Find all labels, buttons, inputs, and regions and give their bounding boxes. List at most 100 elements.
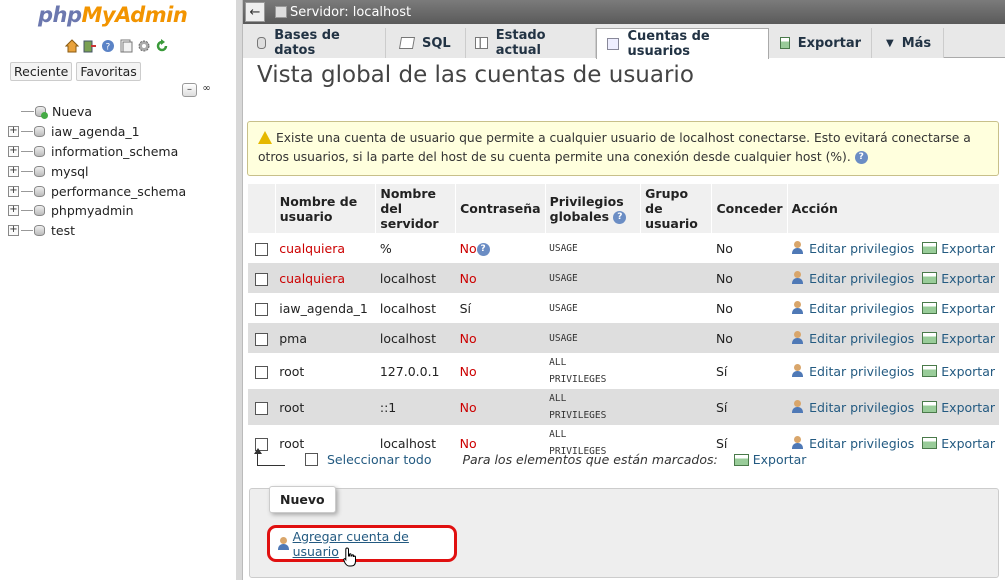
- svg-text:?: ?: [106, 43, 111, 53]
- expand-icon[interactable]: +: [8, 145, 19, 157]
- tree-item-database[interactable]: + mysql: [8, 161, 233, 181]
- tab-databases[interactable]: Bases de datos: [243, 28, 386, 58]
- export-user-link[interactable]: Exportar: [922, 436, 995, 451]
- privileges-cell-line2: PRIVILEGES: [549, 374, 607, 385]
- edit-privileges-link[interactable]: Editar privilegios: [791, 271, 914, 286]
- tree-item-database[interactable]: + phpmyadmin: [8, 201, 233, 221]
- expand-icon[interactable]: +: [8, 225, 19, 237]
- row-checkbox[interactable]: [254, 365, 268, 379]
- row-checkbox[interactable]: [254, 272, 268, 286]
- page-title: Vista global de las cuentas de usuario: [257, 62, 694, 88]
- column-header-user[interactable]: Nombre de usuario: [274, 184, 376, 233]
- database-icon: [257, 37, 267, 49]
- logout-icon[interactable]: [82, 38, 98, 54]
- column-header-password[interactable]: Contraseña: [455, 184, 546, 233]
- password-cell: Sí: [459, 300, 472, 316]
- expand-icon[interactable]: +: [8, 205, 19, 217]
- user-name-cell: cualquiera: [279, 240, 345, 256]
- select-all-link[interactable]: Seleccionar todo: [327, 452, 431, 467]
- tree-item-database[interactable]: + information_schema: [8, 142, 233, 162]
- edit-privileges-icon: [791, 301, 805, 315]
- database-icon: [34, 185, 45, 197]
- add-user-account-link[interactable]: Agregar cuenta de usuario: [277, 529, 454, 559]
- panel-resizer[interactable]: [236, 0, 243, 580]
- grant-cell: Sí: [715, 435, 728, 451]
- column-header-privileges[interactable]: Privilegios globales ?: [544, 184, 641, 233]
- expand-icon[interactable]: +: [8, 126, 19, 138]
- grant-cell: Sí: [715, 399, 728, 415]
- server-breadcrumb[interactable]: Servidor: localhost: [290, 5, 411, 20]
- row-checkbox[interactable]: [254, 401, 268, 415]
- edit-privileges-icon: [791, 400, 805, 414]
- column-header-grant[interactable]: Conceder: [711, 184, 788, 233]
- recent-tab[interactable]: Reciente: [10, 62, 73, 81]
- edit-privileges-link[interactable]: Editar privilegios: [791, 364, 914, 379]
- tab-status[interactable]: Estado actual: [466, 28, 596, 58]
- expand-icon[interactable]: +: [8, 165, 19, 177]
- export-user-link[interactable]: Exportar: [922, 364, 995, 379]
- help-icon[interactable]: ?: [476, 242, 490, 256]
- expand-icon[interactable]: +: [8, 185, 19, 197]
- collapse-nav-button[interactable]: ←: [245, 2, 265, 22]
- help-icon[interactable]: ?: [613, 210, 627, 224]
- tree-item-new[interactable]: Nueva: [8, 102, 233, 122]
- host-cell: %: [379, 240, 392, 256]
- edit-privileges-link[interactable]: Editar privilegios: [791, 241, 914, 256]
- warning-notice: Existe una cuenta de usuario que permite…: [247, 121, 999, 176]
- docs-icon[interactable]: [118, 38, 134, 54]
- tab-export[interactable]: Exportar: [769, 28, 872, 58]
- row-checkbox[interactable]: [254, 242, 268, 256]
- column-header-group[interactable]: Grupo de usuario: [640, 184, 712, 233]
- help-icon[interactable]: ?: [100, 38, 116, 54]
- tab-sql[interactable]: SQL: [386, 28, 466, 58]
- export-icon: [780, 37, 790, 49]
- edit-privileges-link[interactable]: Editar privilegios: [791, 436, 914, 451]
- new-user-fieldset: Nuevo Agregar cuenta de usuario: [249, 486, 999, 578]
- export-user-link[interactable]: Exportar: [922, 400, 995, 415]
- password-cell: No: [459, 240, 477, 256]
- host-cell: localhost: [379, 435, 436, 451]
- tab-user-accounts[interactable]: Cuentas de usuarios: [596, 28, 769, 59]
- user-accounts-table: Nombre de usuario Nombre del servidor Co…: [247, 184, 999, 461]
- column-header-host[interactable]: Nombre del servidor: [375, 184, 456, 233]
- edit-privileges-link[interactable]: Editar privilegios: [791, 400, 914, 415]
- export-user-link[interactable]: Exportar: [922, 301, 995, 316]
- table-row: cualquiera% No? USAGE No Editar privilegios E…: [247, 233, 999, 263]
- export-icon: [922, 365, 938, 377]
- database-icon: [34, 145, 45, 157]
- export-selected-button[interactable]: Exportar: [733, 452, 806, 467]
- link-icon[interactable]: ∞: [199, 83, 214, 97]
- edit-privileges-link[interactable]: Editar privilegios: [791, 301, 914, 316]
- settings-icon[interactable]: [136, 38, 152, 54]
- server-breadcrumb-bar: ← Servidor: localhost: [243, 0, 1005, 24]
- home-icon[interactable]: [64, 38, 80, 54]
- export-user-link[interactable]: Exportar: [922, 331, 995, 346]
- phpmyadmin-logo[interactable]: phpMyAdmin: [38, 3, 188, 27]
- new-section-legend: Nuevo: [269, 486, 336, 513]
- edit-privileges-link[interactable]: Editar privilegios: [791, 331, 914, 346]
- collapse-all-icon[interactable]: –: [182, 83, 197, 97]
- reload-icon[interactable]: [154, 38, 170, 54]
- export-icon: [922, 302, 938, 314]
- tree-item-database[interactable]: + performance_schema: [8, 181, 233, 201]
- tree-item-database[interactable]: + iaw_agenda_1: [8, 122, 233, 142]
- row-checkbox[interactable]: [254, 302, 268, 316]
- export-user-link[interactable]: Exportar: [922, 271, 995, 286]
- export-user-link[interactable]: Exportar: [922, 241, 995, 256]
- password-cell: No: [459, 435, 477, 451]
- top-menu: Bases de datos SQL Estado actual Cuentas…: [243, 24, 1005, 59]
- tab-more[interactable]: ▼ Más: [872, 28, 944, 58]
- help-icon[interactable]: ?: [854, 151, 868, 164]
- select-all-checkbox[interactable]: [305, 453, 318, 466]
- tree-item-database[interactable]: + test: [8, 221, 233, 241]
- row-checkbox[interactable]: [254, 332, 268, 346]
- sql-icon: [398, 37, 416, 49]
- select-arrow-icon: [254, 447, 285, 466]
- privileges-cell: USAGE: [549, 272, 578, 284]
- database-icon: [34, 165, 45, 177]
- favorites-tab[interactable]: Favoritas: [76, 62, 141, 81]
- export-icon: [922, 272, 938, 284]
- user-name-cell: iaw_agenda_1: [279, 300, 368, 316]
- marked-items-label: Para los elementos que están marcados:: [462, 452, 718, 467]
- table-row: pma localhost No USAGE No Editar privilegios E…: [247, 323, 999, 353]
